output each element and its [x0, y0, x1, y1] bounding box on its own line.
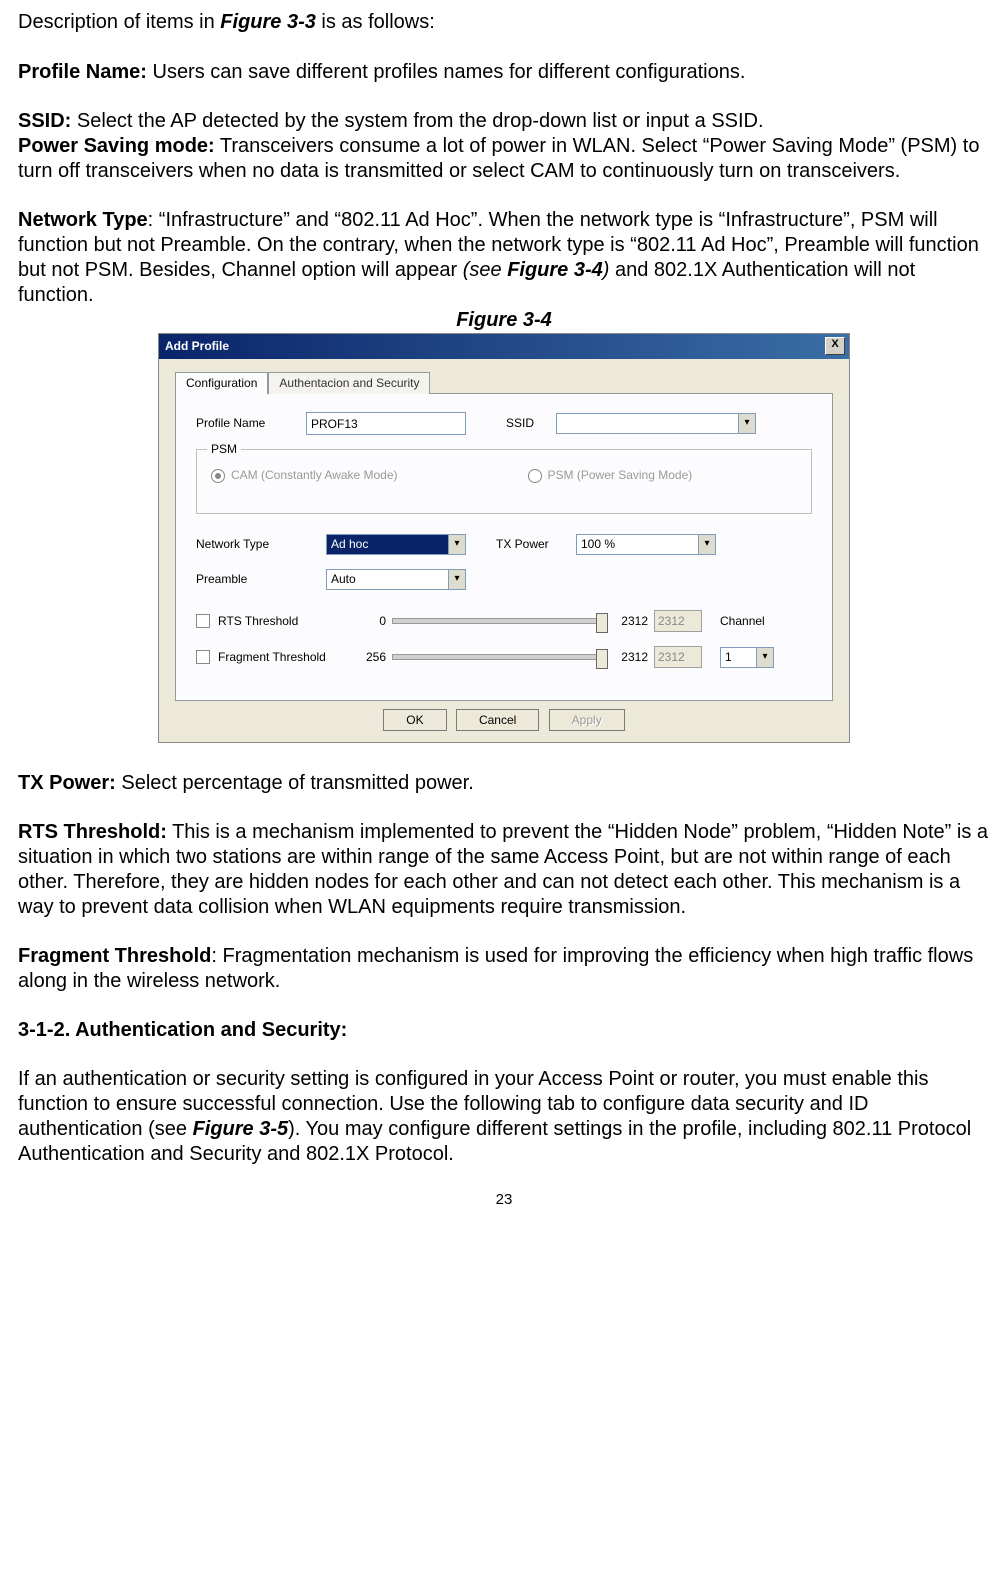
cam-radio[interactable]: CAM (Constantly Awake Mode) [211, 468, 398, 483]
dialog-title: Add Profile [165, 339, 229, 354]
chevron-down-icon[interactable] [448, 570, 465, 589]
see-text: (see [463, 259, 507, 281]
term-label: Power Saving mode: [18, 135, 215, 157]
term-text: Users can save different profiles names … [147, 61, 745, 83]
cam-radio-label: CAM (Constantly Awake Mode) [231, 468, 398, 483]
tab-strip: ConfigurationAuthentacion and Security P… [175, 371, 833, 701]
def-fragment: Fragment Threshold: Fragmentation mechan… [18, 944, 990, 994]
psm-groupbox: PSM CAM (Constantly Awake Mode) PSM (Pow… [196, 449, 812, 514]
rts-min: 0 [348, 614, 386, 629]
section-heading: 3-1-2. Authentication and Security: [18, 1018, 990, 1043]
fragment-value-input[interactable] [654, 646, 702, 668]
chevron-down-icon[interactable] [698, 535, 715, 554]
profile-name-label: Profile Name [196, 416, 306, 431]
def-profile-name: Profile Name: Users can save different p… [18, 60, 990, 85]
channel-combo[interactable]: 1 [720, 647, 774, 668]
slider-thumb-icon[interactable] [596, 649, 608, 669]
tab-panel-configuration: Profile Name SSID PSM CAM (Constantly Aw… [175, 393, 833, 701]
cancel-button[interactable]: Cancel [456, 709, 539, 731]
apply-button[interactable]: Apply [549, 709, 625, 731]
term-label: RTS Threshold: [18, 821, 167, 843]
tx-power-combo[interactable]: 100 % [576, 534, 716, 555]
rts-checkbox[interactable] [196, 614, 210, 628]
dialog-button-row: OK Cancel Apply [175, 713, 833, 728]
text: Description of items in [18, 11, 220, 33]
section-title: Authentication and Security: [75, 1019, 347, 1041]
figure-caption: Figure 3-4 [18, 308, 990, 333]
term-label: Profile Name: [18, 61, 147, 83]
term-text: Select percentage of transmitted power. [116, 772, 474, 794]
add-profile-dialog: Add Profile X ConfigurationAuthentacion … [158, 333, 850, 743]
ssid-value [557, 414, 738, 433]
dialog-titlebar[interactable]: Add Profile X [159, 334, 849, 359]
rts-max: 2312 [610, 614, 648, 629]
term-label: Fragment Threshold [18, 945, 211, 967]
network-type-label: Network Type [196, 537, 326, 552]
slider-thumb-icon[interactable] [596, 613, 608, 633]
page-number: 23 [18, 1191, 990, 1210]
network-type-value: Ad hoc [327, 535, 448, 554]
profile-name-input[interactable] [306, 412, 466, 435]
psm-group-legend: PSM [207, 442, 241, 457]
channel-label: Channel [720, 614, 765, 629]
def-tx-power: TX Power: Select percentage of transmitt… [18, 771, 990, 796]
figure-reference: Figure 3-5 [193, 1118, 289, 1140]
rts-label: RTS Threshold [218, 614, 348, 629]
def-psm: Power Saving mode: Transceivers consume … [18, 134, 990, 184]
def-rts: RTS Threshold: This is a mechanism imple… [18, 820, 990, 920]
text: is as follows: [316, 11, 435, 33]
figure-reference: Figure 3-4 [507, 259, 603, 281]
term-label: Network Type [18, 209, 148, 231]
frag-min: 256 [348, 650, 386, 665]
term-text: Select the AP detected by the system fro… [71, 110, 763, 132]
chevron-down-icon[interactable] [448, 535, 465, 554]
radio-icon [528, 469, 542, 483]
auth-paragraph: If an authentication or security setting… [18, 1067, 990, 1167]
ssid-label: SSID [506, 416, 556, 431]
section-number: 3-1-2. [18, 1019, 70, 1041]
chevron-down-icon[interactable] [738, 414, 755, 433]
def-ssid: SSID: Select the AP detected by the syst… [18, 109, 990, 134]
ssid-combo[interactable] [556, 413, 756, 434]
term-label: SSID: [18, 110, 71, 132]
channel-value: 1 [721, 648, 756, 667]
tx-power-value: 100 % [577, 535, 698, 554]
def-network-type: Network Type: “Infrastructure” and “802.… [18, 208, 990, 308]
fragment-label: Fragment Threshold [218, 650, 348, 665]
radio-icon [211, 469, 225, 483]
preamble-label: Preamble [196, 572, 326, 587]
psm-radio-label: PSM (Power Saving Mode) [548, 468, 693, 483]
term-label: TX Power: [18, 772, 116, 794]
frag-max: 2312 [610, 650, 648, 665]
rts-value-input[interactable] [654, 610, 702, 632]
preamble-value: Auto [327, 570, 448, 589]
fragment-checkbox[interactable] [196, 650, 210, 664]
tab-configuration[interactable]: Configuration [175, 372, 268, 394]
ok-button[interactable]: OK [383, 709, 446, 731]
psm-radio[interactable]: PSM (Power Saving Mode) [528, 468, 693, 483]
chevron-down-icon[interactable] [756, 648, 773, 667]
network-type-combo[interactable]: Ad hoc [326, 534, 466, 555]
tab-authentication[interactable]: Authentacion and Security [268, 372, 430, 394]
fragment-slider[interactable] [392, 654, 604, 660]
close-icon[interactable]: X [825, 337, 845, 355]
intro-line: Description of items in Figure 3-3 is as… [18, 10, 990, 35]
rts-slider[interactable] [392, 618, 604, 624]
tx-power-label: TX Power [496, 537, 576, 552]
preamble-combo[interactable]: Auto [326, 569, 466, 590]
figure-reference: Figure 3-3 [220, 11, 316, 33]
